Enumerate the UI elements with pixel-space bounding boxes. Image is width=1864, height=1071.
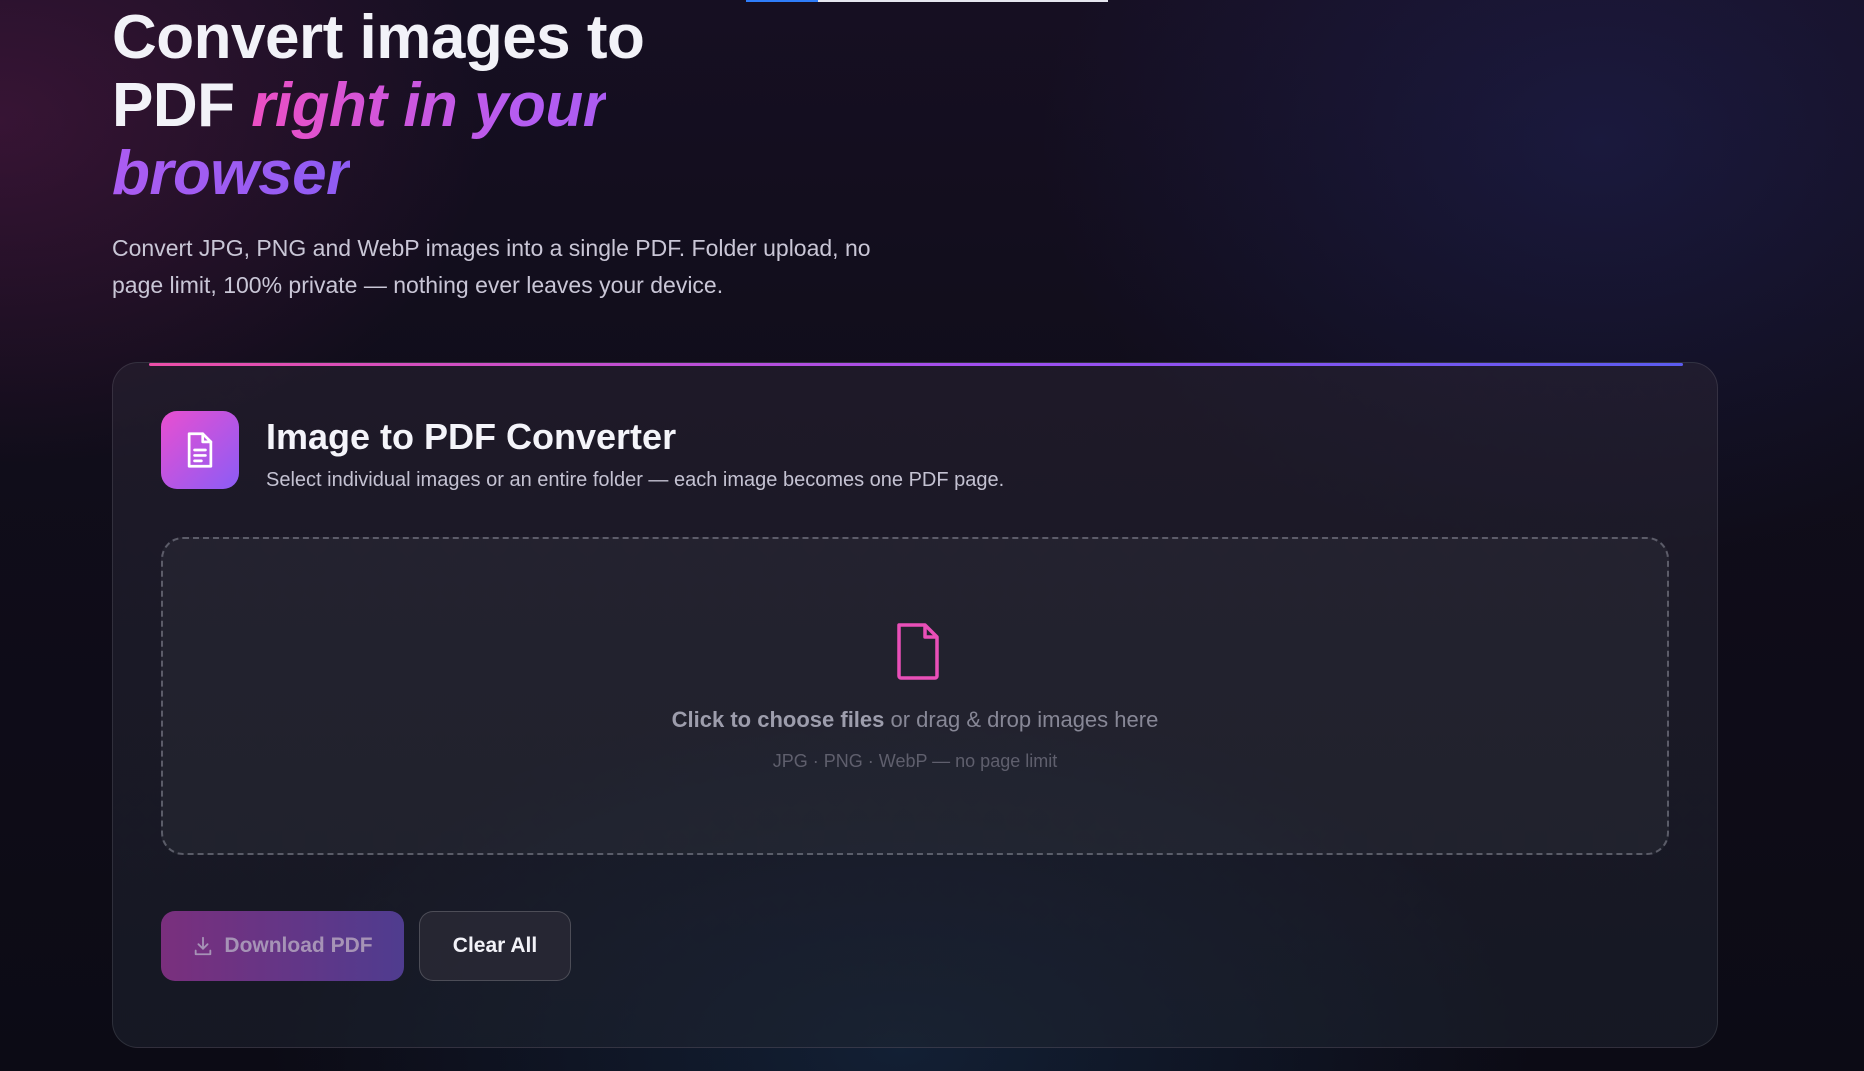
file-dropzone[interactable]: Click to choose files or drag & drop ima… — [161, 537, 1669, 855]
card-accent-line — [149, 363, 1683, 366]
dropzone-formats-note: JPG · PNG · WebP — no page limit — [772, 751, 1058, 771]
converter-card: Image to PDF Converter Select individual… — [112, 362, 1718, 1048]
clear-all-button[interactable]: Clear All — [419, 911, 571, 981]
page-load-progress-bar — [746, 0, 1108, 2]
file-icon — [897, 623, 939, 680]
download-pdf-button[interactable]: Download PDF — [161, 911, 404, 981]
document-icon — [161, 411, 239, 489]
download-pdf-label: Download PDF — [224, 934, 373, 957]
download-icon — [195, 936, 212, 956]
page-load-progress-fill — [746, 0, 818, 2]
hero-section: Convert images to PDF right in your brow… — [112, 4, 912, 304]
clear-all-label: Clear All — [452, 934, 538, 957]
dropzone-drag-text: or drag & drop images here — [884, 707, 1159, 732]
hero-description: Convert JPG, PNG and WebP images into a … — [112, 235, 871, 298]
dropzone-instructions: Click to choose files or drag & drop ima… — [163, 707, 1667, 733]
hero-title: Convert images to PDF right in your brow… — [112, 4, 672, 208]
converter-subtitle: Select individual images or an entire fo… — [266, 469, 1005, 491]
choose-files-link[interactable]: Click to choose files — [672, 707, 885, 732]
converter-title: Image to PDF Converter — [266, 416, 677, 457]
